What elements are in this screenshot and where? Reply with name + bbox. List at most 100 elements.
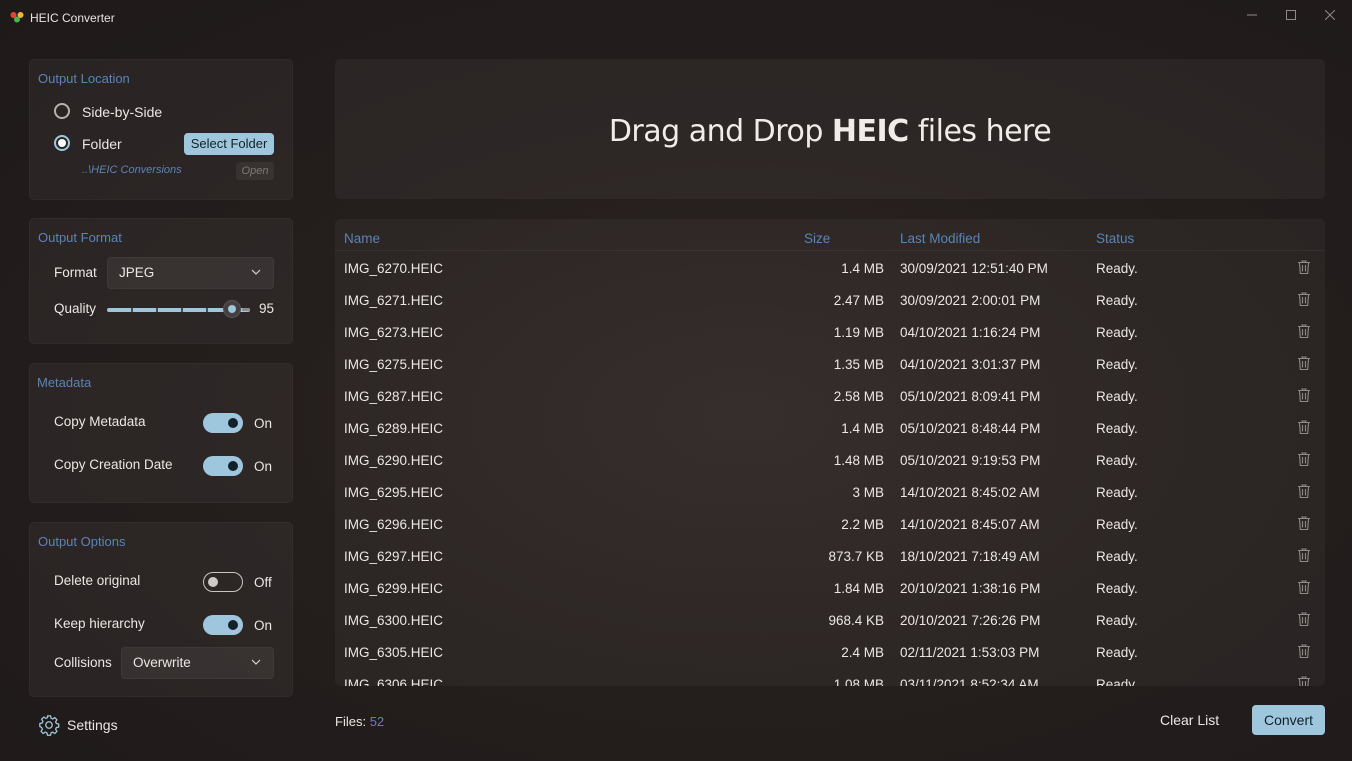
table-row[interactable]: IMG_6299.HEIC 1.84 MB 20/10/2021 1:38:16 P… (335, 572, 1325, 604)
file-size: 2.4 MB (841, 645, 884, 660)
table-row[interactable]: IMG_6295.HEIC 3 MB 14/10/2021 8:45:02 AM Re… (335, 476, 1325, 508)
trash-icon[interactable] (1297, 611, 1311, 627)
table-row[interactable]: IMG_6271.HEIC 2.47 MB 30/09/2021 2:00:01 P… (335, 284, 1325, 316)
file-modified: 04/10/2021 1:16:24 PM (900, 325, 1041, 340)
folder-label[interactable]: Folder (82, 136, 122, 152)
gear-icon (39, 715, 60, 736)
file-modified: 05/10/2021 8:48:44 PM (900, 421, 1041, 436)
file-modified: 14/10/2021 8:45:07 AM (900, 517, 1040, 532)
file-size: 1.4 MB (841, 261, 884, 276)
file-name: IMG_6296.HEIC (344, 517, 444, 532)
folder-path: ..\HEIC Conversions (82, 164, 182, 176)
file-status: Ready. (1096, 357, 1138, 372)
trash-icon[interactable] (1297, 643, 1311, 659)
trash-icon[interactable] (1297, 451, 1311, 467)
keep-hierarchy-state: On (254, 618, 273, 633)
delete-original-toggle[interactable] (203, 572, 243, 592)
file-size: 1.19 MB (833, 325, 884, 340)
output-format-title: Output Format (38, 230, 122, 245)
file-status: Ready. (1096, 581, 1138, 596)
file-name: IMG_6290.HEIC (344, 453, 444, 468)
trash-icon[interactable] (1297, 355, 1311, 371)
trash-icon[interactable] (1297, 675, 1311, 686)
file-size: 3 MB (852, 485, 884, 500)
trash-icon[interactable] (1297, 579, 1311, 595)
file-modified: 14/10/2021 8:45:02 AM (900, 485, 1040, 500)
select-folder-button[interactable]: Select Folder (184, 133, 274, 155)
table-row[interactable]: IMG_6300.HEIC 968.4 KB 20/10/2021 7:26:26 … (335, 604, 1325, 636)
trash-icon[interactable] (1297, 547, 1311, 563)
output-options-panel: Output Options Delete original Off Keep … (29, 522, 293, 697)
file-status: Ready. (1096, 389, 1138, 404)
format-dropdown[interactable]: JPEG (107, 257, 274, 289)
table-row[interactable]: IMG_6296.HEIC 2.2 MB 14/10/2021 8:45:07 AM… (335, 508, 1325, 540)
column-header-status[interactable]: Status (1096, 231, 1134, 246)
drop-zone-bold: HEIC (831, 114, 909, 149)
close-button[interactable] (1315, 6, 1345, 24)
settings-button[interactable]: Settings (38, 714, 118, 736)
keep-hierarchy-label: Keep hierarchy (54, 616, 145, 631)
quality-slider-thumb[interactable] (223, 300, 241, 318)
clear-list-button[interactable]: Clear List (1150, 712, 1229, 728)
file-status: Ready. (1096, 421, 1138, 436)
collisions-dropdown[interactable]: Overwrite (121, 647, 274, 679)
copy-creation-date-toggle[interactable] (203, 456, 243, 476)
file-modified: 30/09/2021 12:51:40 PM (900, 261, 1048, 276)
file-size: 873.7 KB (828, 549, 884, 564)
files-count: 52 (369, 714, 385, 729)
drop-zone-text: Drag and Drop HEIC files here (335, 114, 1325, 149)
file-size: 2.47 MB (833, 293, 884, 308)
maximize-button[interactable] (1276, 6, 1306, 24)
convert-button[interactable]: Convert (1252, 705, 1325, 735)
metadata-title: Metadata (37, 375, 92, 390)
trash-icon[interactable] (1297, 419, 1311, 435)
header-divider (335, 250, 1325, 251)
trash-icon[interactable] (1297, 387, 1311, 403)
file-size: 2.58 MB (833, 389, 884, 404)
drop-zone[interactable]: Drag and Drop HEIC files here (335, 59, 1325, 199)
trash-icon[interactable] (1297, 515, 1311, 531)
file-size: 1.84 MB (833, 581, 884, 596)
keep-hierarchy-toggle[interactable] (203, 615, 243, 635)
file-modified: 05/10/2021 8:09:41 PM (900, 389, 1041, 404)
trash-icon[interactable] (1297, 291, 1311, 307)
file-modified: 03/11/2021 8:52:34 AM (900, 677, 1039, 686)
quality-label: Quality (54, 301, 97, 316)
column-header-name[interactable]: Name (344, 231, 380, 246)
table-row[interactable]: IMG_6306.HEIC 1.08 MB 03/11/2021 8:52:34 A… (335, 668, 1325, 686)
app-logo-icon (10, 12, 24, 23)
folder-radio[interactable] (54, 135, 70, 151)
trash-icon[interactable] (1297, 259, 1311, 275)
side-by-side-label[interactable]: Side-by-Side (82, 104, 162, 120)
chevron-down-icon (251, 269, 261, 275)
copy-metadata-toggle[interactable] (203, 413, 243, 433)
minimize-button[interactable] (1237, 6, 1267, 24)
trash-icon[interactable] (1297, 323, 1311, 339)
table-row[interactable]: IMG_6270.HEIC 1.4 MB 30/09/2021 12:51:40 P… (335, 252, 1325, 284)
open-folder-button[interactable]: Open (236, 162, 274, 180)
file-status: Ready. (1096, 613, 1138, 628)
table-row[interactable]: IMG_6305.HEIC 2.4 MB 02/11/2021 1:53:03 PM… (335, 636, 1325, 668)
table-row[interactable]: IMG_6290.HEIC 1.48 MB 05/10/2021 9:19:53 P… (335, 444, 1325, 476)
file-name: IMG_6275.HEIC (344, 357, 444, 372)
files-count-text: Files: 52 (335, 714, 384, 729)
file-modified: 05/10/2021 9:19:53 PM (900, 453, 1041, 468)
output-options-title: Output Options (38, 534, 126, 549)
file-name: IMG_6273.HEIC (344, 325, 444, 340)
side-by-side-radio[interactable] (54, 103, 70, 119)
format-label: Format (54, 265, 97, 280)
table-row[interactable]: IMG_6273.HEIC 1.19 MB 04/10/2021 1:16:24 P… (335, 316, 1325, 348)
copy-metadata-label: Copy Metadata (54, 414, 146, 429)
quality-value: 95 (259, 301, 275, 316)
table-row[interactable]: IMG_6275.HEIC 1.35 MB 04/10/2021 3:01:37 P… (335, 348, 1325, 380)
file-name: IMG_6289.HEIC (344, 421, 444, 436)
table-row[interactable]: IMG_6289.HEIC 1.4 MB 05/10/2021 8:48:44 PM… (335, 412, 1325, 444)
table-row[interactable]: IMG_6287.HEIC 2.58 MB 05/10/2021 8:09:41 P… (335, 380, 1325, 412)
column-header-modified[interactable]: Last Modified (900, 231, 980, 246)
table-row[interactable]: IMG_6297.HEIC 873.7 KB 18/10/2021 7:18:49 … (335, 540, 1325, 572)
file-size: 968.4 KB (828, 613, 884, 628)
metadata-panel: Metadata Copy Metadata On Copy Creation … (29, 363, 293, 503)
trash-icon[interactable] (1297, 483, 1311, 499)
column-header-size[interactable]: Size (804, 231, 830, 246)
file-modified: 04/10/2021 3:01:37 PM (900, 357, 1041, 372)
